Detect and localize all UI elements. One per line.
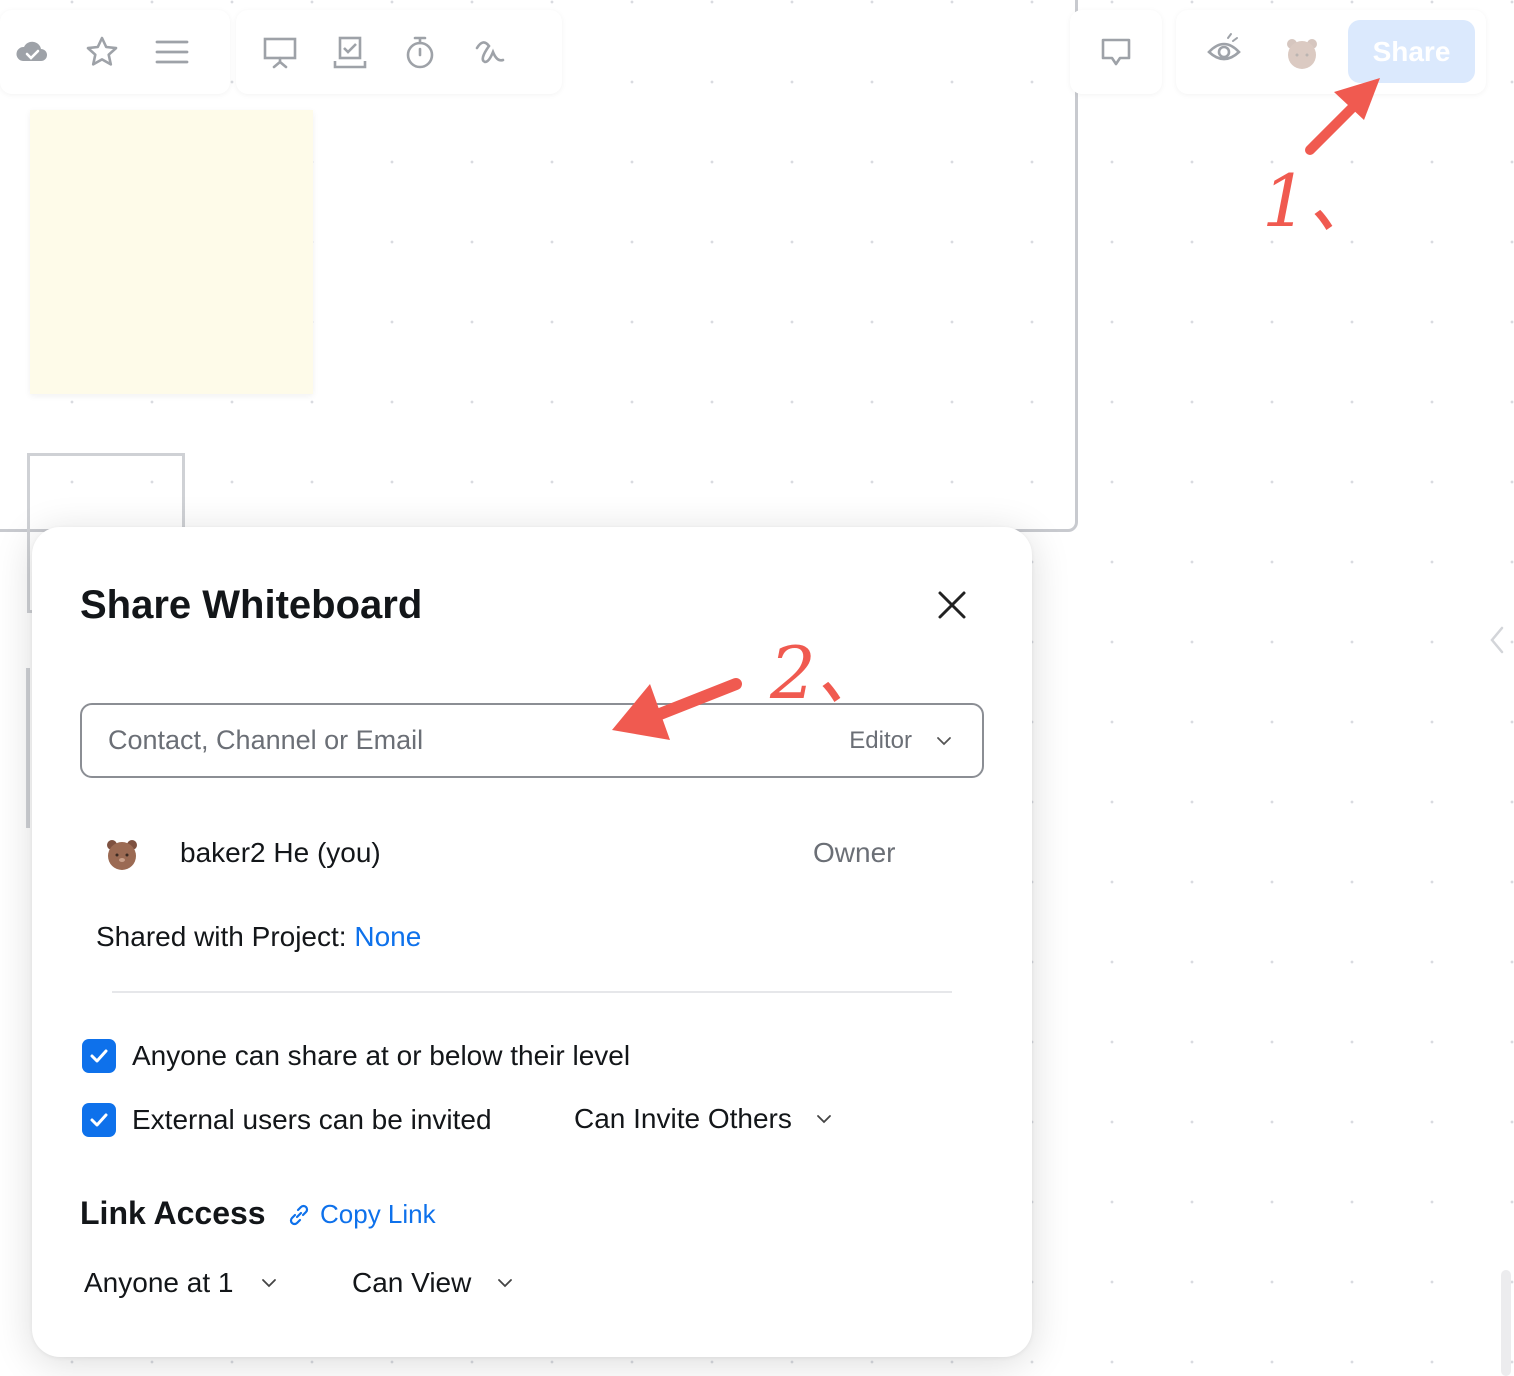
scrollbar[interactable]	[1501, 1270, 1511, 1376]
chevron-down-icon	[262, 1279, 277, 1288]
chevron-down-icon	[816, 1115, 831, 1124]
toolbar-comments	[1070, 10, 1162, 94]
menu-icon[interactable]	[152, 32, 192, 72]
invite-role-label: Editor	[849, 726, 912, 754]
link-scope-dropdown[interactable]: Anyone at 1	[84, 1267, 279, 1299]
link-access-title: Link Access	[80, 1195, 266, 1231]
avatar-icon[interactable]	[1282, 32, 1322, 72]
draw-icon[interactable]	[470, 32, 510, 72]
external-users-label: External users can be invited	[132, 1104, 492, 1135]
chevron-down-icon	[498, 1279, 513, 1288]
annotation-step-1: 1、	[1262, 159, 1380, 243]
invite-permission-dropdown[interactable]: Can Invite Others	[574, 1103, 834, 1135]
external-users-checkbox[interactable]	[82, 1103, 116, 1137]
copy-link-button[interactable]: Copy Link	[286, 1199, 436, 1230]
link-permission-label: Can View	[352, 1267, 472, 1298]
contact-search-input[interactable]	[106, 724, 850, 757]
share-level-checkbox[interactable]	[82, 1039, 116, 1073]
vote-icon[interactable]	[330, 32, 370, 72]
link-permission-dropdown[interactable]: Can View	[352, 1267, 515, 1299]
sticky-note[interactable]	[30, 110, 313, 394]
shared-project-label: Shared with Project:	[96, 921, 355, 952]
member-role: Owner	[813, 837, 896, 868]
shared-project-link[interactable]: None	[354, 921, 421, 952]
chevron-down-icon	[937, 736, 951, 745]
present-icon[interactable]	[260, 32, 300, 72]
chevron-left-icon[interactable]	[1486, 622, 1508, 658]
invite-role-dropdown[interactable]: Editor	[849, 727, 954, 755]
copy-link-label: Copy Link	[320, 1199, 436, 1229]
close-icon[interactable]	[930, 583, 974, 627]
link-icon	[289, 1204, 309, 1225]
share-level-label: Anyone can share at or below their level	[132, 1040, 631, 1071]
option-external-users: External users can be invited	[82, 1103, 492, 1137]
comment-icon[interactable]	[1096, 32, 1136, 72]
member-name: baker2 He (you)	[180, 837, 381, 868]
divider	[112, 991, 952, 993]
toolbar-middle	[236, 10, 562, 94]
invite-field: Editor	[80, 703, 984, 778]
option-share-level: Anyone can share at or below their level	[82, 1039, 630, 1073]
shared-project: Shared with Project: None	[96, 921, 421, 953]
share-dialog: Share Whiteboard Editor baker2 He (you) …	[32, 527, 1032, 1357]
member-row: baker2 He (you) Owner	[102, 825, 982, 881]
star-icon[interactable]	[82, 32, 122, 72]
checkmark-icon	[90, 1049, 108, 1063]
timer-icon[interactable]	[400, 32, 440, 72]
dialog-title: Share Whiteboard	[80, 583, 423, 627]
eye-icon[interactable]	[1204, 30, 1244, 70]
checkmark-icon	[90, 1113, 108, 1127]
invite-permission-label: Can Invite Others	[574, 1103, 792, 1134]
link-scope-label: Anyone at 1	[84, 1267, 234, 1298]
shape-edge	[26, 668, 30, 828]
share-button[interactable]: Share	[1348, 20, 1475, 83]
cloud-check-icon[interactable]	[12, 32, 52, 72]
avatar-icon	[107, 840, 137, 870]
toolbar-left	[0, 10, 230, 94]
